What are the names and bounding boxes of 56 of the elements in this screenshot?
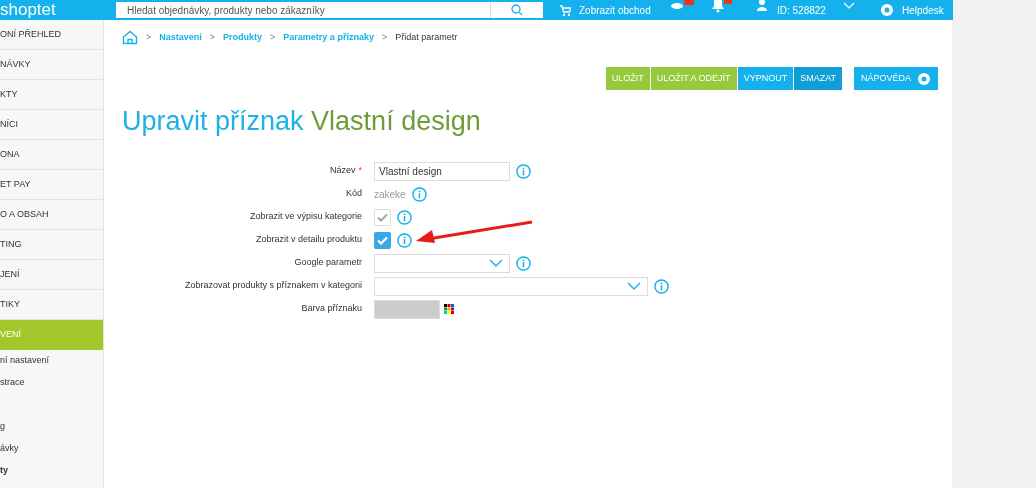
account-id: ID: 528822: [777, 5, 826, 17]
field-label: Zobrazit v detailu produktu: [255, 234, 362, 245]
breadcrumb-separator: >: [381, 30, 388, 44]
sidebar-item[interactable]: ONA: [0, 140, 103, 170]
sidebar-item[interactable]: JENÍ: [0, 260, 103, 290]
checkmark-icon: [377, 212, 388, 222]
sidebar-item[interactable]: TING: [0, 230, 103, 260]
breadcrumb-separator: >: [146, 30, 152, 44]
user-icon[interactable]: [757, 0, 767, 12]
code-value: zakeke: [374, 187, 406, 202]
field-label: Barva příznaku: [301, 303, 362, 314]
required-mark: *: [358, 165, 362, 176]
sidebar-item[interactable]: NÁVKY: [0, 50, 103, 80]
field-label: Název: [329, 165, 356, 176]
field-label: Kód: [346, 188, 362, 199]
chevron-down-icon: [627, 282, 641, 290]
info-icon[interactable]: [516, 255, 531, 271]
sidebar-subitem[interactable]: ty: [0, 460, 103, 482]
info-icon[interactable]: [654, 278, 669, 294]
stack-icon[interactable]: [670, 0, 694, 12]
sidebar-subitem[interactable]: strace: [0, 372, 103, 394]
info-icon[interactable]: [411, 186, 427, 202]
field-label: Zobrazit ve výpisu kategorie: [249, 211, 362, 222]
sidebar-subitem[interactable]: g: [0, 416, 103, 438]
page-heading: Upravit příznak Vlastní design: [122, 105, 482, 138]
name-field[interactable]: Vlastní design: [374, 161, 510, 181]
sidebar-item[interactable]: KTY: [0, 80, 103, 110]
sidebar-item[interactable]: O A OBSAH: [0, 200, 103, 230]
home-icon[interactable]: [122, 30, 138, 45]
select-field[interactable]: [374, 276, 648, 296]
color-palette-icon[interactable]: [444, 304, 454, 314]
sidebar-item[interactable]: ONÍ PŘEHLED: [0, 20, 103, 50]
sidebar-item[interactable]: NÍCI: [0, 110, 103, 140]
breadcrumb-separator: >: [209, 30, 216, 44]
lifebuoy-icon: [917, 71, 931, 86]
sidebar-item[interactable]: ET PAY: [0, 170, 103, 200]
bell-icon[interactable]: [712, 0, 732, 14]
sidebar-subitem[interactable]: ní nastavení: [0, 350, 103, 372]
info-icon[interactable]: [397, 232, 412, 248]
lifebuoy-icon[interactable]: [880, 3, 894, 17]
search-icon: [511, 4, 523, 16]
checkmark-icon: [377, 235, 388, 245]
field-label: Google parametr: [294, 257, 362, 268]
breadcrumb-separator: >: [270, 30, 276, 44]
chevron-down-icon: [489, 259, 503, 267]
info-icon[interactable]: [516, 163, 531, 179]
select-field[interactable]: [374, 253, 510, 273]
checkbox[interactable]: [374, 231, 391, 249]
search-field[interactable]: Hledat objednávky, produkty nebo zákazníky: [116, 2, 490, 18]
cart-icon[interactable]: [560, 4, 571, 17]
breadcrumb-current: Přidat parametr: [395, 30, 458, 44]
color-swatch[interactable]: [374, 299, 440, 319]
sidebar-subitem[interactable]: ávky: [0, 438, 103, 460]
chevron-down-icon[interactable]: [843, 2, 855, 9]
field-label: Zobrazovat produkty s příznakem v kategorii: [184, 280, 362, 291]
search-button[interactable]: [490, 2, 543, 18]
